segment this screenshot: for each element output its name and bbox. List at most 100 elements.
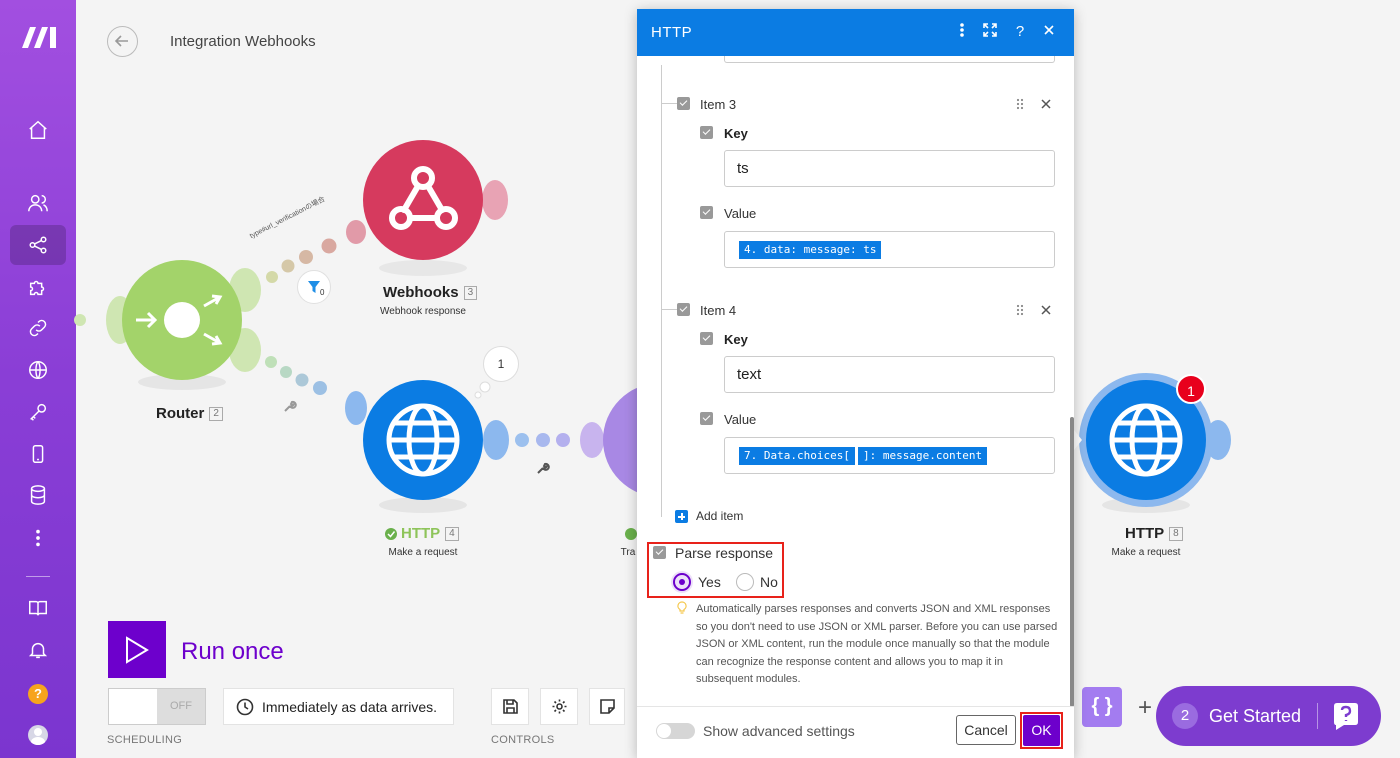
scheduling-caption: SCHEDULING [107, 734, 183, 746]
plus-button[interactable]: + [1138, 694, 1152, 722]
schedule-setting[interactable]: Immediately as data arrives. [223, 688, 454, 725]
error-badge[interactable]: 1 [1176, 374, 1206, 404]
value-label: Value [724, 206, 757, 221]
help-question-icon[interactable]: ? [1011, 23, 1029, 41]
http4-index: 4 [445, 527, 459, 542]
assistant-icon [1334, 703, 1359, 730]
tree-tick [661, 103, 677, 104]
http8-label[interactable]: HTTP 8 [1125, 525, 1183, 542]
get-started-label: Get Started [1209, 705, 1302, 726]
key-checkbox[interactable] [700, 332, 713, 345]
save-button[interactable] [491, 688, 529, 725]
value-checkbox[interactable] [700, 412, 713, 425]
mapped-value-pill[interactable]: 4. data: message: ts [739, 241, 882, 260]
partial-node-subtitle: Tra [620, 547, 636, 558]
cancel-button[interactable]: Cancel [956, 715, 1016, 745]
key-label: Key [724, 126, 748, 141]
dialog-scrollbar[interactable] [1070, 417, 1074, 707]
parse-response-label: Parse response [675, 545, 774, 561]
toggle-state: OFF [157, 689, 205, 724]
parse-response-no-radio[interactable] [736, 573, 754, 591]
tree-line [661, 65, 662, 517]
http4-subtitle: Make a request [388, 547, 458, 558]
parse-response-help: Automatically parses responses and conve… [696, 603, 1058, 686]
gear-icon [552, 699, 566, 714]
remove-item-icon[interactable] [1040, 98, 1052, 110]
filter-badge[interactable]: 0 [297, 270, 331, 304]
http8-subtitle: Make a request [1111, 547, 1181, 558]
webhooks-title: Webhooks [383, 284, 459, 301]
http4-node [363, 380, 509, 513]
close-icon[interactable] [1040, 23, 1058, 41]
http4-title: HTTP [401, 525, 441, 542]
webhooks-label[interactable]: Webhooks 3 [383, 284, 478, 301]
operation-count-bubble[interactable]: 1 [483, 346, 519, 382]
parse-response-yes-radio[interactable] [671, 571, 693, 593]
toggle-knob [109, 689, 157, 724]
http8-index: 8 [1169, 527, 1183, 542]
expand-icon[interactable] [981, 23, 999, 41]
item-4-checkbox[interactable] [677, 303, 690, 316]
router-node [106, 260, 261, 390]
play-icon [126, 635, 149, 664]
value-checkbox[interactable] [700, 206, 713, 219]
note-icon [599, 699, 615, 714]
add-item-icon[interactable] [675, 510, 688, 523]
key-label: Key [724, 332, 748, 347]
router-label[interactable]: Router 2 [156, 405, 223, 422]
save-icon [502, 699, 518, 714]
no-label: No [760, 574, 778, 590]
notes-button[interactable] [589, 688, 625, 725]
tree-tick [661, 309, 677, 310]
webhooks-index: 3 [463, 286, 478, 301]
webhooks-subtitle: Webhook response [380, 306, 466, 317]
dialog-header: HTTP ? [637, 9, 1074, 56]
previous-field-edge [724, 56, 1055, 63]
wrench-icon[interactable] [283, 399, 297, 413]
http8-title: HTTP [1125, 525, 1165, 542]
item-4-label: Item 4 [700, 303, 737, 318]
filter-count: 0 [320, 288, 325, 297]
key-checkbox[interactable] [700, 126, 713, 139]
get-started-count: 2 [1172, 703, 1198, 729]
lightbulb-icon [677, 601, 687, 614]
footer-divider [637, 706, 1074, 707]
value-input[interactable]: 7. Data.choices[]: message.content [724, 437, 1055, 474]
get-started-button[interactable]: 2 Get Started [1156, 686, 1381, 746]
run-once-label[interactable]: Run once [181, 638, 284, 666]
http8-node [1074, 373, 1231, 513]
drag-handle-icon[interactable] [1015, 98, 1025, 110]
more-vertical-icon[interactable] [953, 23, 971, 41]
run-once-button[interactable] [108, 621, 166, 678]
wrench-icon[interactable] [536, 461, 550, 475]
get-started-divider [1317, 703, 1319, 729]
mapped-value-pill[interactable]: 7. Data.choices[ [739, 447, 855, 466]
advanced-settings-toggle[interactable] [656, 723, 695, 739]
braces-button[interactable]: { } [1082, 687, 1122, 727]
key-input[interactable]: ts [724, 150, 1055, 187]
yes-label: Yes [698, 574, 721, 590]
http4-label[interactable]: HTTP 4 [401, 525, 459, 542]
advanced-settings-label[interactable]: Show advanced settings [703, 723, 855, 739]
remove-item-icon[interactable] [1040, 304, 1052, 316]
key-input[interactable]: text [724, 356, 1055, 393]
item-3-checkbox[interactable] [677, 97, 690, 110]
drag-handle-icon[interactable] [1015, 304, 1025, 316]
schedule-text: Immediately as data arrives. [262, 698, 438, 715]
item-3-label: Item 3 [700, 97, 737, 112]
filter-icon [308, 281, 320, 293]
dialog-title: HTTP [651, 24, 693, 41]
controls-caption: CONTROLS [491, 734, 555, 746]
route-lower-dots [265, 356, 367, 425]
parse-response-checkbox[interactable] [653, 546, 666, 559]
router-title: Router [156, 405, 205, 422]
value-input[interactable]: 4. data: message: ts [724, 231, 1055, 268]
http-module-dialog: HTTP ? Item 3 Key ts Value 4. data: mess… [637, 9, 1074, 758]
ok-button[interactable]: OK [1023, 715, 1060, 746]
settings-button[interactable] [540, 688, 578, 725]
mapped-value-pill[interactable]: ]: message.content [857, 447, 988, 466]
add-item-link[interactable]: Add item [696, 509, 743, 523]
router-index: 2 [209, 407, 223, 422]
value-label: Value [724, 412, 757, 427]
scheduling-toggle[interactable]: OFF [108, 688, 206, 725]
